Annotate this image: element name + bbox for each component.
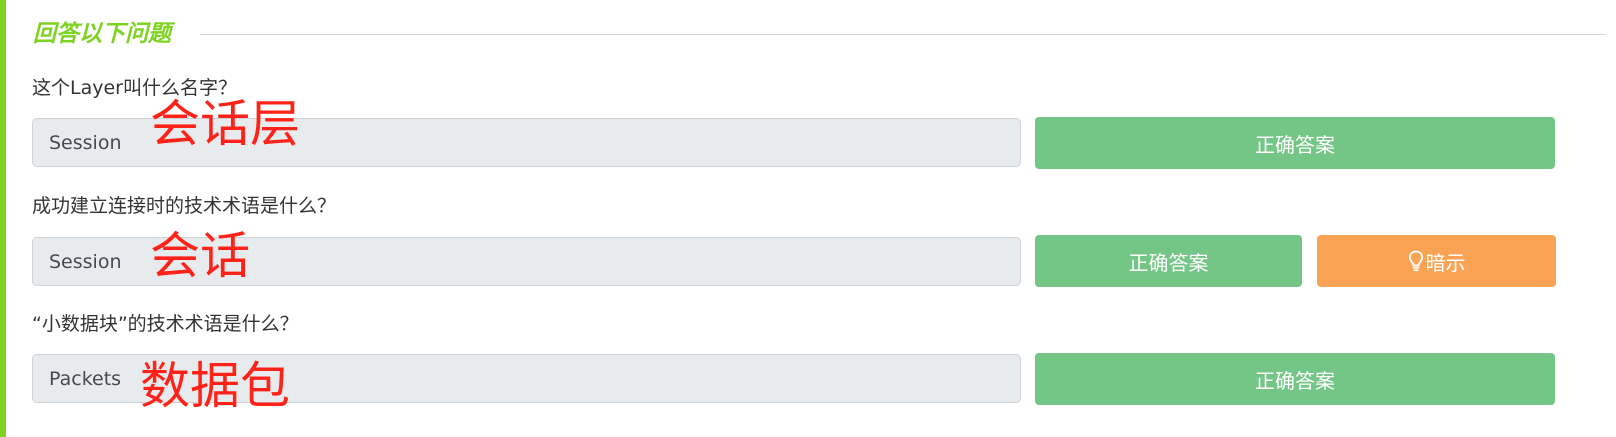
question-1-annotation: 会话层 bbox=[150, 95, 300, 153]
section-title: 回答以下问题 bbox=[33, 21, 171, 47]
question-2-text: 成功建立连接时的技术术语是什么？ bbox=[32, 195, 337, 217]
left-accent-bar bbox=[0, 0, 6, 437]
title-divider bbox=[200, 34, 1605, 35]
hint-button-label: 暗示 bbox=[1425, 250, 1466, 275]
question-3-annotation: 数据包 bbox=[140, 357, 290, 415]
question-3-text: “小数据块”的技术术语是什么？ bbox=[32, 313, 299, 335]
question-2-annotation: 会话 bbox=[150, 227, 250, 285]
question-1-correct-answer-button[interactable]: 正确答案 bbox=[1035, 117, 1555, 169]
question-3-correct-answer-button[interactable]: 正确答案 bbox=[1035, 353, 1555, 405]
question-2-correct-answer-button[interactable]: 正确答案 bbox=[1035, 235, 1302, 287]
lightbulb-icon bbox=[1408, 250, 1423, 272]
question-2-hint-button[interactable]: 暗示 bbox=[1317, 235, 1556, 287]
